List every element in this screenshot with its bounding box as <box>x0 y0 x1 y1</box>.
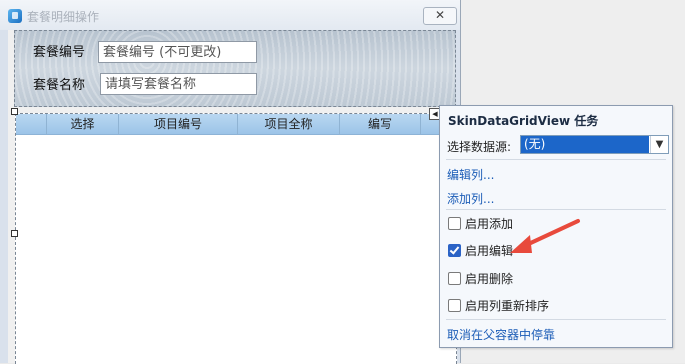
divider <box>446 209 666 210</box>
title-bar: 套餐明细操作 ✕ <box>0 0 460 30</box>
edit-columns-link[interactable]: 编辑列... <box>447 166 494 183</box>
enable-column-reorder-checkbox[interactable] <box>448 299 461 312</box>
window-title: 套餐明细操作 <box>27 10 100 24</box>
column-header-item-no[interactable]: 项目编号 <box>119 114 238 134</box>
column-header-select[interactable]: 选择 <box>47 114 119 134</box>
column-header-item-name[interactable]: 项目全称 <box>238 114 340 134</box>
designer-form-window: 套餐明细操作 ✕ 套餐编号 套餐编号 (不可更改) 套餐名称 请填写套餐名称 选… <box>0 0 461 364</box>
annotation-arrow <box>510 219 580 253</box>
close-button[interactable]: ✕ <box>423 7 457 25</box>
package-no-label: 套餐编号 <box>33 45 86 60</box>
add-column-link[interactable]: 添加列... <box>447 190 494 207</box>
datasource-select[interactable]: (无) ▼ <box>520 135 669 154</box>
divider <box>446 159 666 160</box>
package-no-field[interactable]: 套餐编号 (不可更改) <box>98 41 257 63</box>
undock-link[interactable]: 取消在父容器中停靠 <box>447 326 555 343</box>
annotation-arrow-head <box>510 235 532 253</box>
datasource-value: (无) <box>521 136 649 153</box>
app-icon <box>8 9 22 23</box>
selection-handle[interactable] <box>11 108 18 115</box>
datasource-label: 选择数据源: <box>447 140 512 154</box>
enable-column-reorder-label[interactable]: 启用列重新排序 <box>465 297 549 314</box>
selection-handle[interactable] <box>11 230 18 237</box>
grid-header: 选择 项目编号 项目全称 编写 <box>16 114 456 135</box>
column-header-abbr[interactable]: 编写 <box>340 114 421 134</box>
package-name-input[interactable]: 请填写套餐名称 <box>100 73 257 95</box>
enable-edit-checkbox[interactable] <box>448 244 461 257</box>
close-icon: ✕ <box>434 8 446 22</box>
row-header-cell <box>16 114 47 134</box>
divider <box>446 319 666 320</box>
info-groupbox[interactable]: 套餐编号 套餐编号 (不可更改) 套餐名称 请填写套餐名称 <box>14 30 456 107</box>
data-grid-view[interactable]: 选择 项目编号 项目全称 编写 <box>15 113 457 364</box>
enable-add-checkbox[interactable] <box>448 217 461 230</box>
package-name-label: 套餐名称 <box>33 78 86 93</box>
enable-delete-label[interactable]: 启用删除 <box>465 270 513 287</box>
enable-delete-checkbox[interactable] <box>448 272 461 285</box>
task-panel-title: SkinDataGridView 任务 <box>448 114 599 128</box>
chevron-down-icon[interactable]: ▼ <box>650 136 668 153</box>
